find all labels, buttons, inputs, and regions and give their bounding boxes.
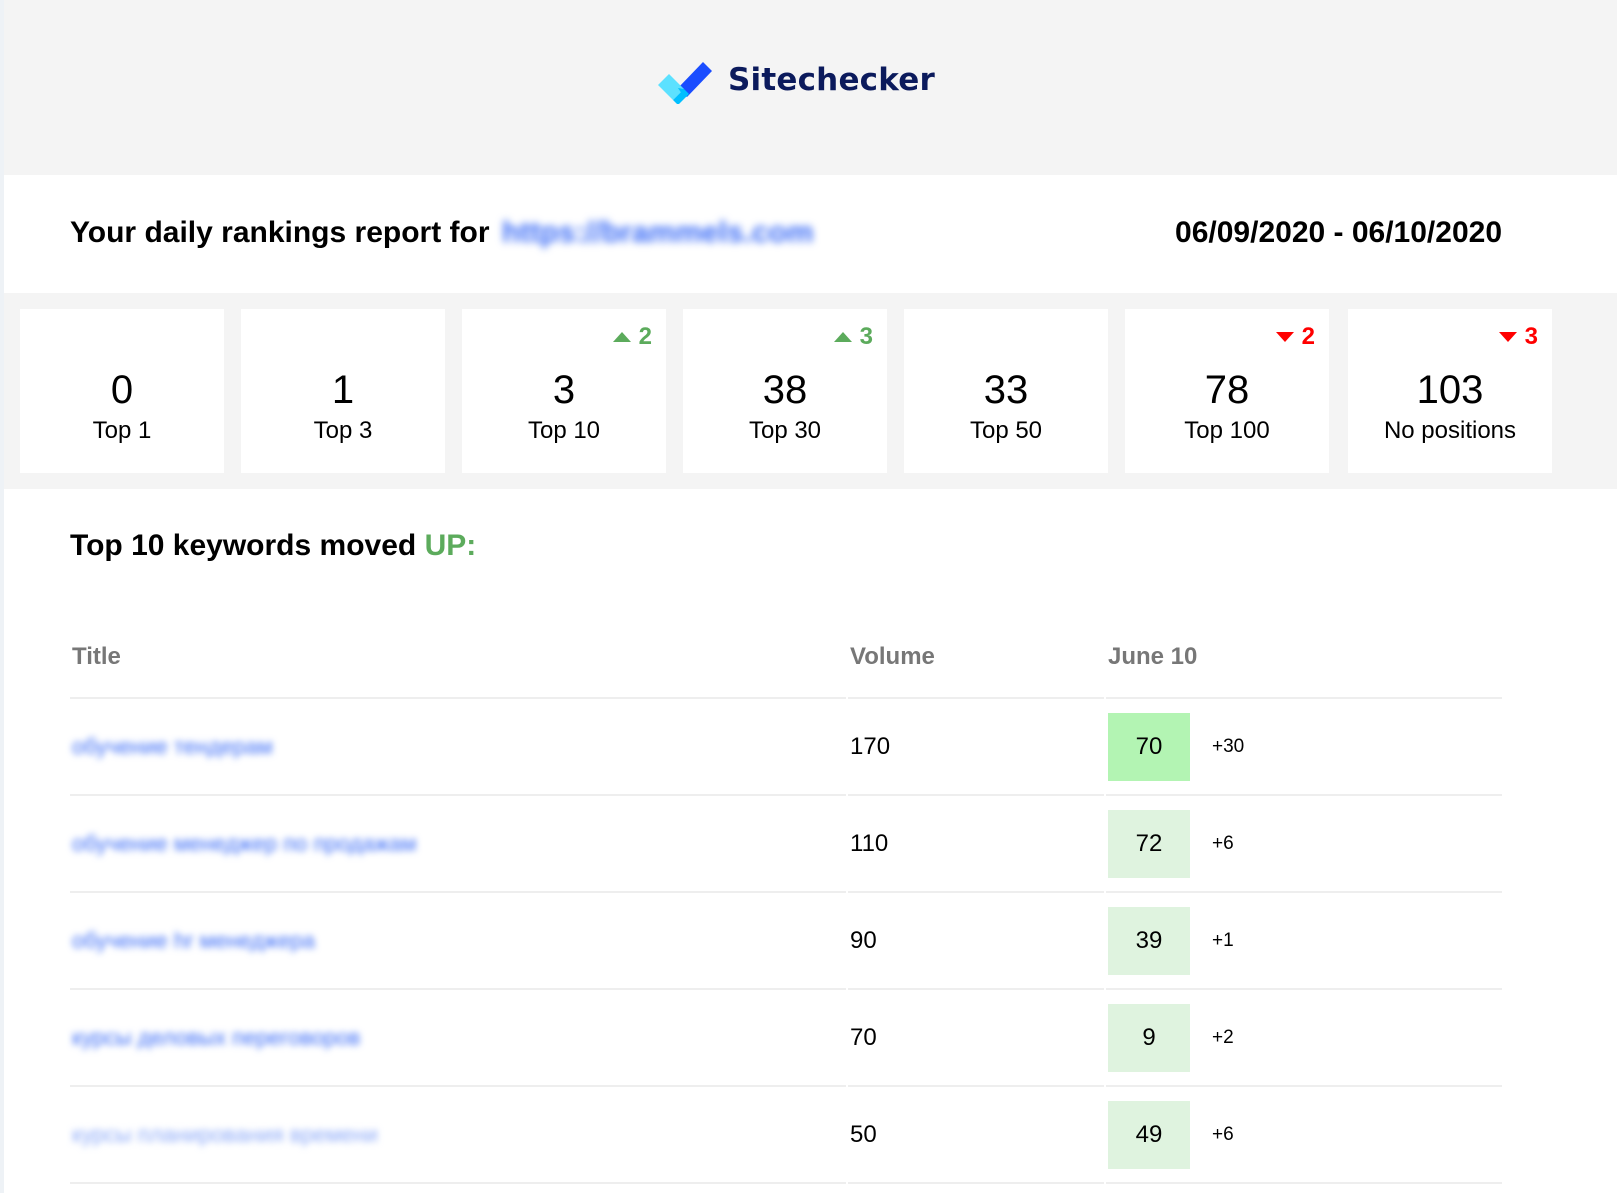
stat-value: 78 xyxy=(1204,368,1250,412)
stat-label: Top 50 xyxy=(969,417,1043,444)
position-delta: +2 xyxy=(1212,1026,1234,1048)
volume-cell: 50 xyxy=(848,1087,1104,1184)
table-row: обучение hr менеджера 90 39 +1 xyxy=(70,893,1502,990)
keyword-link[interactable]: обучение менеджер по продажам xyxy=(72,831,417,856)
site-url-link[interactable]: https://brammels.com xyxy=(502,216,814,249)
keyword-cell: курсы планирования времени xyxy=(70,1087,846,1184)
table-row: курсы деловых переговоров 70 9 +2 xyxy=(70,990,1502,1087)
position-delta: +6 xyxy=(1212,1123,1234,1145)
keyword-cell: обучение hr менеджера xyxy=(70,893,846,990)
table-header-row: Title Volume June 10 xyxy=(70,617,1502,699)
keyword-link[interactable]: обучение тендерам xyxy=(72,734,273,759)
stat-change-amount: 2 xyxy=(1301,323,1315,350)
stat-value: 103 xyxy=(1416,368,1484,412)
stat-change-up: 2 xyxy=(612,323,652,351)
stat-card-top-100: 2 78 Top 100 xyxy=(1125,309,1329,473)
arrow-down-icon xyxy=(1275,332,1294,342)
column-header-title: Title xyxy=(70,617,846,699)
report-header-panel: Your daily rankings report for https://b… xyxy=(4,175,1617,293)
stat-value: 3 xyxy=(552,368,576,412)
position-delta: +30 xyxy=(1212,735,1245,757)
stat-change-down: 2 xyxy=(1275,323,1315,351)
keyword-link[interactable]: курсы планирования времени xyxy=(72,1122,378,1147)
stat-card-top-50: 33 Top 50 xyxy=(904,309,1108,473)
volume-cell: 110 xyxy=(848,796,1104,893)
stat-change-amount: 3 xyxy=(1524,323,1538,350)
column-header-date: June 10 xyxy=(1106,617,1502,699)
report-title: Your daily rankings report for https://b… xyxy=(70,216,814,250)
brand-name: Sitechecker xyxy=(728,62,935,98)
arrow-up-icon xyxy=(612,332,631,342)
arrow-up-icon xyxy=(833,332,852,342)
stat-value: 1 xyxy=(331,368,355,412)
keyword-link[interactable]: обучение hr менеджера xyxy=(72,928,315,953)
section-title: Top 10 keywords moved UP: xyxy=(70,529,476,563)
position-delta: +1 xyxy=(1212,929,1234,951)
position-badge: 39 xyxy=(1108,906,1190,975)
table-row: курсы планирования времени 50 49 +6 xyxy=(70,1087,1502,1184)
table-row: обучение менеджер по продажам 110 72 +6 xyxy=(70,796,1502,893)
position-badge: 49 xyxy=(1108,1100,1190,1169)
stat-label: Top 10 xyxy=(527,417,601,444)
keyword-cell: обучение тендерам xyxy=(70,699,846,796)
section-title-highlight: UP: xyxy=(424,529,477,562)
brand-logo[interactable]: Sitechecker xyxy=(656,58,935,104)
position-delta: +6 xyxy=(1212,832,1234,854)
section-title-prefix: Top 10 keywords moved xyxy=(70,529,417,562)
stat-label: Top 1 xyxy=(92,417,152,444)
stat-label: Top 100 xyxy=(1184,417,1270,444)
keyword-cell: обучение менеджер по продажам xyxy=(70,796,846,893)
column-header-volume: Volume xyxy=(848,617,1104,699)
stat-label: No positions xyxy=(1383,417,1517,444)
position-cell: 70 +30 xyxy=(1106,699,1502,796)
stat-label: Top 3 xyxy=(313,417,373,444)
stat-value: 0 xyxy=(110,368,134,412)
volume-cell: 170 xyxy=(848,699,1104,796)
checkmark-logo-icon xyxy=(656,58,712,104)
stat-card-top-1: 0 Top 1 xyxy=(20,309,224,473)
stat-change-amount: 2 xyxy=(638,323,652,350)
stat-card-top-10: 2 3 Top 10 xyxy=(462,309,666,473)
position-cell: 9 +2 xyxy=(1106,990,1502,1087)
keywords-table: Title Volume June 10 обучение тендерам 1… xyxy=(68,617,1504,1184)
arrow-down-icon xyxy=(1498,332,1517,342)
keyword-link[interactable]: курсы деловых переговоров xyxy=(72,1025,360,1050)
volume-cell: 70 xyxy=(848,990,1104,1087)
stat-value: 33 xyxy=(983,368,1029,412)
keyword-cell: курсы деловых переговоров xyxy=(70,990,846,1087)
position-cell: 39 +1 xyxy=(1106,893,1502,990)
stat-card-top-30: 3 38 Top 30 xyxy=(683,309,887,473)
report-date-range: 06/09/2020 - 06/10/2020 xyxy=(1175,216,1502,249)
stat-change-down: 3 xyxy=(1498,323,1538,351)
position-badge: 9 xyxy=(1108,1003,1190,1072)
position-cell: 72 +6 xyxy=(1106,796,1502,893)
stat-value: 38 xyxy=(762,368,808,412)
stat-label: Top 30 xyxy=(748,417,822,444)
keywords-up-panel: Top 10 keywords moved UP: Title Volume J… xyxy=(4,489,1617,1193)
stat-change-amount: 3 xyxy=(859,323,873,350)
position-badge: 70 xyxy=(1108,712,1190,781)
ranking-stats-row: 0 Top 1 1 Top 3 2 3 Top 10 3 38 Top 30 3… xyxy=(4,293,1617,489)
stat-card-top-3: 1 Top 3 xyxy=(241,309,445,473)
volume-cell: 90 xyxy=(848,893,1104,990)
stat-change-up: 3 xyxy=(833,323,873,351)
stat-card-no-positions: 3 103 No positions xyxy=(1348,309,1552,473)
report-title-prefix: Your daily rankings report for xyxy=(70,216,490,249)
position-badge: 72 xyxy=(1108,809,1190,878)
email-header: Sitechecker xyxy=(4,0,1617,175)
position-cell: 49 +6 xyxy=(1106,1087,1502,1184)
table-row: обучение тендерам 170 70 +30 xyxy=(70,699,1502,796)
